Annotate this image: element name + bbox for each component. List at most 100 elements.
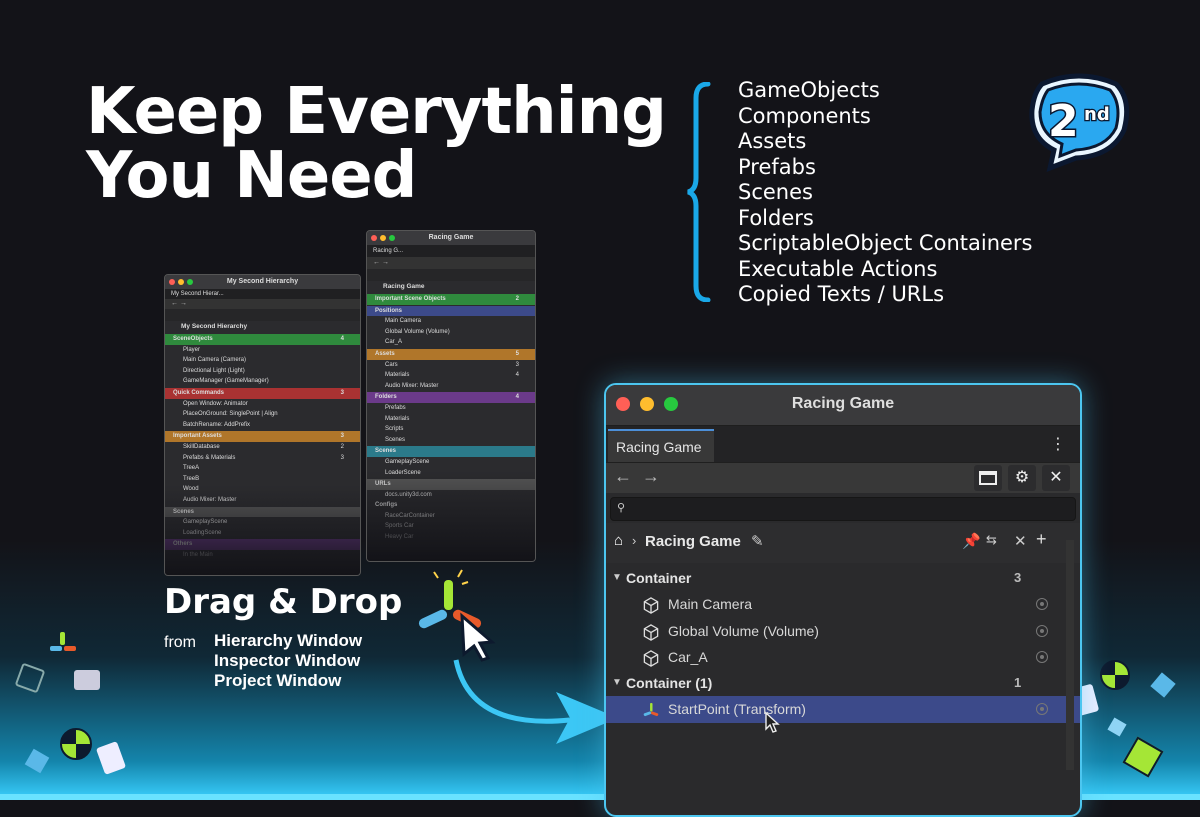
- badge-number: 2: [1048, 96, 1079, 147]
- ping-target-icon[interactable]: [1036, 624, 1048, 637]
- tab-racing-game[interactable]: Racing Game: [608, 429, 714, 462]
- mini-row-label: PlaceOnGround: SinglePoint | Align: [183, 411, 278, 418]
- mini-window-hierarchy: My Second Hierarchy My Second Hierar... …: [164, 274, 361, 576]
- list-item[interactable]: StartPoint (Transform): [606, 696, 1080, 723]
- mini-path: My Second Hierarchy: [181, 323, 248, 330]
- window-button[interactable]: [974, 465, 1002, 491]
- item-list: ▼ Container 3 Main Camera Global Volume (Vol…: [606, 563, 1080, 723]
- ping-target-icon[interactable]: [1036, 703, 1048, 716]
- close-button[interactable]: ✕: [1042, 465, 1070, 491]
- source-hierarchy: Hierarchy Window: [214, 631, 363, 650]
- mini-row-label: Materials: [385, 415, 410, 422]
- mini-item-row: Main Camera (Camera): [165, 355, 360, 366]
- breadcrumb-name: Racing Game: [645, 533, 741, 550]
- feature-item: Executable Actions: [738, 256, 938, 281]
- target-ball-right-icon: [1100, 660, 1130, 690]
- mini-row-label: SceneObjects: [173, 336, 213, 342]
- list-item[interactable]: Main Camera: [606, 591, 1080, 617]
- forward-button[interactable]: →: [642, 466, 660, 487]
- window-title: Racing Game: [791, 395, 895, 412]
- mini-item-row: TreeB: [165, 474, 360, 485]
- feature-item: Folders: [738, 205, 814, 230]
- mini-title: My Second Hierarchy: [226, 278, 299, 285]
- mini-row-label: Player: [183, 346, 201, 353]
- mini-row-label: Cars: [385, 361, 398, 368]
- search-input[interactable]: ⚲: [610, 497, 1076, 521]
- mini-row-label: Main Camera: [385, 318, 422, 325]
- mini-group-row: Quick Commands 3: [165, 387, 360, 399]
- search-icon: ⚲: [617, 502, 626, 514]
- item-label: Car_A: [668, 648, 708, 665]
- mini-tab: My Second Hierar...: [165, 289, 360, 299]
- mini-row-label: GameplayScene: [385, 458, 430, 465]
- list-item[interactable]: Global Volume (Volume): [606, 618, 1080, 644]
- headline: Keep Everything You Need: [86, 80, 667, 208]
- more-options-icon[interactable]: ⋮: [1050, 434, 1066, 454]
- mini-item-row: Prefabs: [367, 403, 535, 414]
- expand-triangle-icon[interactable]: ▼: [612, 670, 622, 696]
- add-icon[interactable]: +: [1036, 529, 1047, 550]
- mini-item-row: Main Camera: [367, 316, 535, 327]
- main-window: Racing Game Racing Game ⋮ ← → ⚙ ✕ ⚲ ⌂ › …: [604, 383, 1082, 817]
- mini-row-label: Directional Light (Light): [183, 367, 245, 374]
- mini-item-row: GameManager (GameManager): [165, 376, 360, 387]
- item-label: Main Camera: [668, 596, 753, 613]
- transform-icon: [642, 701, 660, 718]
- mini-titlebar: My Second Hierarchy: [165, 275, 360, 289]
- home-icon[interactable]: ⌂: [614, 532, 623, 549]
- settings-button[interactable]: ⚙: [1008, 465, 1036, 491]
- mini-row-label: Folders: [375, 394, 397, 401]
- mini-group-row: Scenes: [367, 446, 535, 457]
- mini-row-label: Important Assets: [173, 433, 222, 440]
- mini-item-row: TreeA: [165, 463, 360, 474]
- mini-row-count: 4: [515, 372, 519, 379]
- mini-nav: ← →: [367, 257, 535, 269]
- mini-item-row: Global Volume (Volume): [367, 327, 535, 338]
- badge-suffix: nd: [1084, 104, 1110, 125]
- mini-tab: Racing G...: [367, 245, 535, 257]
- item-label: Global Volume (Volume): [668, 622, 819, 639]
- mini-row-count: 3: [340, 454, 344, 461]
- mini-row-count: 5: [515, 350, 519, 357]
- item-label: StartPoint (Transform): [668, 701, 806, 718]
- group-label: Container (1): [626, 675, 713, 692]
- scrollbar[interactable]: [1066, 540, 1074, 770]
- list-item[interactable]: Car_A: [606, 644, 1080, 670]
- target-ball-icon: [60, 728, 92, 760]
- container-group-row[interactable]: ▼ Container 3: [606, 565, 1080, 591]
- expand-triangle-icon[interactable]: ▼: [612, 565, 622, 591]
- mini-row-label: TreeA: [183, 465, 200, 472]
- mini-row-label: Positions: [375, 307, 403, 314]
- mini-item-row: Cars 3: [367, 360, 535, 371]
- mini-row-label: Scenes: [385, 436, 406, 443]
- brace-icon: [687, 82, 711, 302]
- feature-item: Prefabs: [738, 154, 816, 179]
- mini-row-label: Quick Commands: [173, 389, 225, 396]
- mini-row-label: Materials: [385, 372, 410, 379]
- mini-item-row: Audio Mixer: Master: [367, 381, 535, 392]
- mini-row-count: 4: [515, 394, 519, 401]
- mini-row-label: Assets: [375, 350, 395, 357]
- cube-icon: [642, 649, 660, 667]
- mini-row-count: 2: [340, 443, 344, 450]
- back-button[interactable]: ←: [614, 466, 632, 487]
- pin-icon[interactable]: 📌: [962, 532, 981, 550]
- collapse-icon[interactable]: ✕: [1014, 532, 1027, 550]
- mini-row-count: 3: [515, 361, 519, 368]
- cube-icon: [642, 596, 660, 615]
- mini-group-row: Assets 5: [367, 348, 535, 360]
- breadcrumb: ⌂ › Racing Game ✎ 📌 ⇆ ✕ +: [606, 523, 1080, 563]
- mini-item-row: SkillDatabase 2: [165, 442, 360, 453]
- group-count: 3: [1014, 570, 1022, 585]
- mini-item-row: Directional Light (Light): [165, 366, 360, 377]
- container-group-row[interactable]: ▼ Container (1) 1: [606, 670, 1080, 696]
- mini-item-row: Materials 4: [367, 370, 535, 381]
- ping-target-icon[interactable]: [1036, 650, 1048, 663]
- mini-row-label: Scenes: [375, 448, 397, 455]
- mini-row-label: Prefabs & Materials: [183, 454, 236, 461]
- sort-icon[interactable]: ⇆: [986, 532, 997, 548]
- edit-icon[interactable]: ✎: [751, 532, 764, 550]
- mini-item-row: GameplayScene: [367, 457, 535, 468]
- ping-target-icon[interactable]: [1036, 598, 1048, 611]
- source-inspector: Inspector Window: [214, 651, 361, 670]
